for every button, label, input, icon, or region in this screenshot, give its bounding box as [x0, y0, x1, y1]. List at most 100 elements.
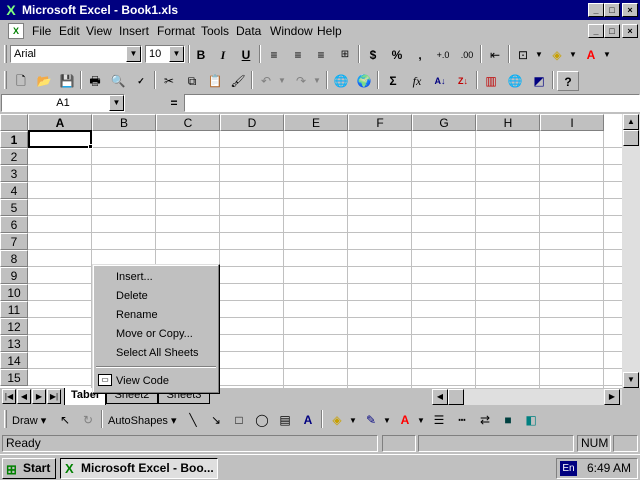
- row-header-9[interactable]: 9: [0, 267, 28, 284]
- map-icon[interactable]: 🌐: [504, 71, 526, 91]
- vertical-scrollbar[interactable]: ▲ ▼: [622, 114, 640, 388]
- formula-input[interactable]: [184, 94, 640, 112]
- chevron-down-icon[interactable]: ▼: [349, 416, 357, 425]
- row-header-12[interactable]: 12: [0, 318, 28, 335]
- language-indicator[interactable]: En: [560, 461, 577, 476]
- chevron-down-icon[interactable]: ▼: [278, 76, 286, 85]
- row-header-5[interactable]: 5: [0, 199, 28, 216]
- row-header-13[interactable]: 13: [0, 335, 28, 352]
- chevron-down-icon[interactable]: ▼: [109, 95, 124, 111]
- minimize-button[interactable]: _: [588, 3, 604, 17]
- autoshapes-menu-button[interactable]: AutoShapes ▾: [108, 414, 177, 427]
- borders-icon[interactable]: ⊡: [512, 45, 534, 65]
- column-header-e[interactable]: E: [284, 114, 348, 131]
- save-icon[interactable]: 💾: [56, 71, 78, 91]
- line-style-icon[interactable]: ☰: [428, 410, 450, 430]
- column-header-f[interactable]: F: [348, 114, 412, 131]
- format-painter-icon[interactable]: 🖌: [227, 71, 249, 91]
- new-document-icon[interactable]: 🗋: [10, 71, 32, 91]
- column-header-i[interactable]: I: [540, 114, 604, 131]
- increase-decimal-button[interactable]: +.0: [432, 45, 454, 65]
- select-all-corner[interactable]: [0, 114, 28, 131]
- merge-center-icon[interactable]: ⊞: [334, 45, 356, 65]
- underline-button[interactable]: U: [235, 45, 257, 65]
- paste-function-button[interactable]: fx: [406, 71, 428, 91]
- print-icon[interactable]: 🖶: [84, 71, 106, 91]
- doc-close-button[interactable]: ×: [622, 24, 638, 38]
- row-header-2[interactable]: 2: [0, 148, 28, 165]
- free-rotate-icon[interactable]: ↻: [77, 410, 99, 430]
- print-preview-icon[interactable]: 🔍: [107, 71, 129, 91]
- menu-item-rename[interactable]: Rename: [96, 306, 216, 325]
- column-header-h[interactable]: H: [476, 114, 540, 131]
- comma-style-button[interactable]: ,: [409, 45, 431, 65]
- toolbar-grip[interactable]: [4, 71, 7, 89]
- column-header-d[interactable]: D: [220, 114, 284, 131]
- active-cell[interactable]: [28, 130, 92, 148]
- close-button[interactable]: ×: [622, 3, 638, 17]
- doc-restore-button[interactable]: □: [604, 24, 620, 38]
- workbook-icon[interactable]: X: [8, 23, 24, 39]
- chevron-down-icon[interactable]: ▼: [126, 46, 141, 62]
- maximize-button[interactable]: □: [604, 3, 620, 17]
- menu-item-view-code[interactable]: View Code: [96, 372, 216, 391]
- fill-handle[interactable]: [88, 144, 93, 149]
- row-header-1[interactable]: 1: [0, 131, 28, 148]
- font-color-icon[interactable]: A: [580, 45, 602, 65]
- start-button[interactable]: ⊞ Start: [2, 458, 56, 479]
- row-header-6[interactable]: 6: [0, 216, 28, 233]
- chevron-down-icon[interactable]: ▼: [313, 76, 321, 85]
- menu-item-select-all-sheets[interactable]: Select All Sheets: [96, 344, 216, 363]
- scroll-up-icon[interactable]: ▲: [623, 114, 639, 130]
- drawing-icon[interactable]: ◩: [528, 71, 550, 91]
- horizontal-scrollbar[interactable]: ◀ ▶: [432, 389, 622, 405]
- menu-edit[interactable]: Edit: [59, 24, 80, 38]
- percent-button[interactable]: %: [386, 45, 408, 65]
- text-box-icon[interactable]: ▤: [274, 410, 296, 430]
- font-name-box[interactable]: Arial ▼: [10, 45, 142, 63]
- row-header-11[interactable]: 11: [0, 301, 28, 318]
- font-color-icon[interactable]: A: [394, 410, 416, 430]
- toolbar-grip[interactable]: [4, 410, 7, 428]
- name-box[interactable]: A1 ▼: [1, 94, 125, 112]
- font-size-box[interactable]: 10 ▼: [145, 45, 185, 63]
- dash-style-icon[interactable]: ┅: [451, 410, 473, 430]
- chevron-down-icon[interactable]: ▼: [383, 416, 391, 425]
- decrease-decimal-button[interactable]: .00: [456, 45, 478, 65]
- office-assistant-button[interactable]: ?: [557, 71, 579, 91]
- column-header-c[interactable]: C: [156, 114, 220, 131]
- menu-tools[interactable]: Tools: [201, 24, 229, 38]
- menu-item-delete[interactable]: Delete: [96, 287, 216, 306]
- last-sheet-icon[interactable]: ▶|: [47, 389, 61, 404]
- align-left-icon[interactable]: ≡: [263, 45, 285, 65]
- shadow-icon[interactable]: ■: [497, 410, 519, 430]
- scroll-thumb[interactable]: [448, 389, 464, 405]
- chevron-down-icon[interactable]: ▼: [535, 50, 543, 59]
- menu-help[interactable]: Help: [317, 24, 342, 38]
- column-header-b[interactable]: B: [92, 114, 156, 131]
- menu-window[interactable]: Window: [270, 24, 313, 38]
- clock[interactable]: 6:49 AM: [587, 461, 631, 475]
- column-header-g[interactable]: G: [412, 114, 476, 131]
- menu-format[interactable]: Format: [157, 24, 195, 38]
- next-sheet-icon[interactable]: ▶: [32, 389, 46, 404]
- copy-icon[interactable]: ⧉: [181, 71, 203, 91]
- currency-button[interactable]: $: [362, 45, 384, 65]
- excel-app-icon[interactable]: X: [3, 2, 19, 18]
- chevron-down-icon[interactable]: ▼: [169, 46, 184, 62]
- draw-menu-button[interactable]: Draw ▾: [12, 414, 46, 427]
- fill-color-icon[interactable]: ◈: [326, 410, 348, 430]
- column-header-a[interactable]: A: [28, 114, 92, 131]
- edit-formula-button[interactable]: =: [166, 95, 182, 111]
- prev-sheet-icon[interactable]: ◀: [17, 389, 31, 404]
- menu-insert[interactable]: Insert: [119, 24, 149, 38]
- taskbar-item-excel[interactable]: X Microsoft Excel - Boo...: [60, 458, 218, 479]
- wordart-icon[interactable]: A: [297, 410, 319, 430]
- sort-ascending-icon[interactable]: A↓: [429, 71, 451, 91]
- cut-icon[interactable]: ✂: [158, 71, 180, 91]
- autosum-button[interactable]: Σ: [382, 71, 404, 91]
- fill-color-icon[interactable]: ◈: [546, 45, 568, 65]
- arrow-style-icon[interactable]: ⇄: [474, 410, 496, 430]
- row-header-7[interactable]: 7: [0, 233, 28, 250]
- row-header-15[interactable]: 15: [0, 369, 28, 386]
